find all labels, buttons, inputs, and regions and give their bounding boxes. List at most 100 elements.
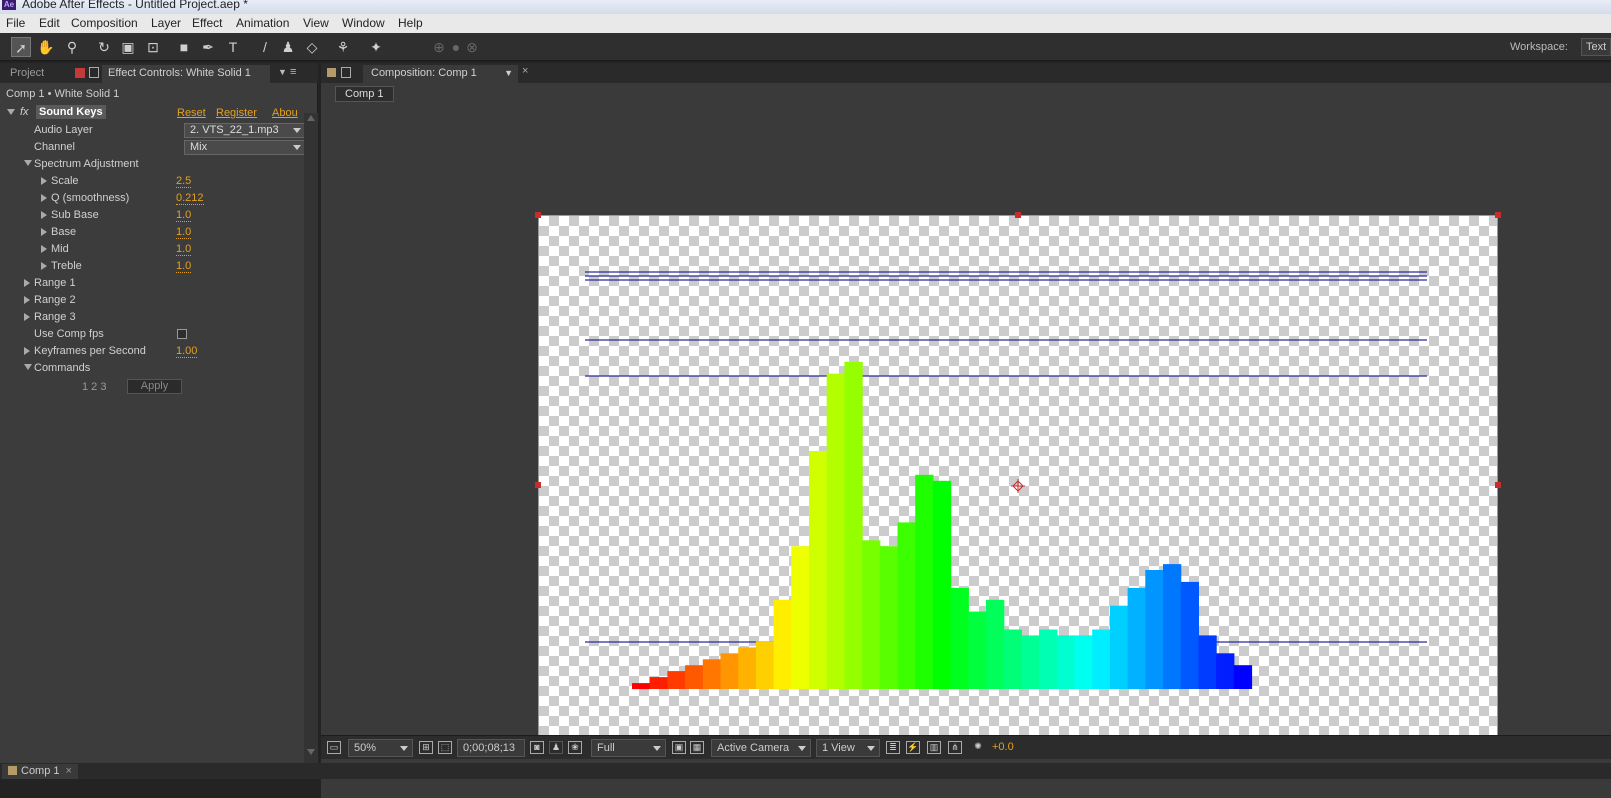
menu-composition[interactable]: Composition bbox=[71, 16, 138, 30]
param-value[interactable]: 0.212 bbox=[176, 192, 204, 205]
rectangle-tool-icon[interactable]: ■ bbox=[174, 37, 194, 57]
range-2-row[interactable]: Range 2 bbox=[0, 292, 304, 309]
camera-view-select[interactable]: Active Camera bbox=[711, 739, 811, 757]
register-link[interactable]: Register bbox=[216, 107, 257, 119]
reset-link[interactable]: Reset bbox=[177, 107, 206, 119]
pen-tool-icon[interactable]: ✒ bbox=[198, 37, 218, 57]
expand-arrow-icon[interactable] bbox=[41, 194, 47, 202]
fx-toggle-icon[interactable]: fx bbox=[20, 106, 29, 118]
tab-composition[interactable]: Composition: Comp 1 ▼ bbox=[363, 65, 518, 83]
pan-behind-tool-icon[interactable]: ⊡ bbox=[143, 37, 163, 57]
panel-menu-icon[interactable]: ≡ bbox=[290, 66, 296, 78]
resolution-select[interactable]: Full bbox=[591, 739, 666, 757]
close-icon[interactable]: × bbox=[522, 65, 528, 77]
mask-visibility-icon[interactable]: ⬚ bbox=[438, 741, 452, 754]
spectrum-adjustment-row[interactable]: Spectrum Adjustment bbox=[0, 156, 304, 173]
region-of-interest-icon[interactable]: ▣ bbox=[672, 741, 686, 754]
layer-handle[interactable] bbox=[1015, 212, 1021, 218]
expand-arrow-icon[interactable] bbox=[24, 313, 30, 321]
type-tool-icon[interactable]: T bbox=[223, 37, 243, 57]
eraser-tool-icon[interactable]: ◇ bbox=[302, 37, 322, 57]
safe-zones-icon[interactable]: ⊞ bbox=[419, 741, 433, 754]
layer-handle[interactable] bbox=[535, 482, 541, 488]
tab-timeline-comp[interactable]: Comp 1 × bbox=[2, 764, 78, 779]
view-axis-icon[interactable]: ⊗ bbox=[462, 37, 482, 57]
menu-window[interactable]: Window bbox=[342, 16, 385, 30]
hand-tool-icon[interactable]: ✋ bbox=[36, 37, 56, 57]
collapse-arrow-icon[interactable] bbox=[24, 364, 32, 370]
menu-view[interactable]: View bbox=[303, 16, 329, 30]
menu-animation[interactable]: Animation bbox=[236, 16, 289, 30]
workspace-select[interactable]: Text bbox=[1581, 38, 1611, 56]
expand-arrow-icon[interactable] bbox=[41, 177, 47, 185]
magnification-select[interactable]: 50% bbox=[348, 739, 413, 757]
effect-controls-scrollbar[interactable] bbox=[304, 113, 318, 763]
clone-stamp-tool-icon[interactable]: ♟ bbox=[278, 37, 298, 57]
transparency-grid-icon[interactable]: ▦ bbox=[690, 741, 704, 754]
range-3-row[interactable]: Range 3 bbox=[0, 309, 304, 326]
snapshot-camera-icon[interactable]: ◙ bbox=[530, 741, 544, 754]
collapse-arrow-icon[interactable] bbox=[7, 109, 15, 115]
view-layout-select[interactable]: 1 View bbox=[816, 739, 880, 757]
keyframes-per-second-value[interactable]: 1.00 bbox=[176, 345, 198, 358]
apply-button[interactable]: Apply bbox=[127, 379, 182, 394]
brush-tool-icon[interactable]: / bbox=[255, 37, 275, 57]
lock-icon[interactable] bbox=[89, 67, 99, 78]
fast-previews-icon[interactable]: ⚡ bbox=[906, 741, 920, 754]
exposure-value[interactable]: +0.0 bbox=[992, 739, 1014, 757]
tab-project[interactable]: Project bbox=[4, 65, 50, 83]
zoom-tool-icon[interactable]: ⚲ bbox=[62, 37, 82, 57]
reset-exposure-icon[interactable]: ✺ bbox=[971, 741, 985, 754]
composition-viewer[interactable] bbox=[321, 105, 1611, 798]
expand-arrow-icon[interactable] bbox=[24, 347, 30, 355]
lock-icon[interactable] bbox=[341, 67, 351, 78]
layer-handle[interactable] bbox=[1495, 212, 1501, 218]
close-icon[interactable]: × bbox=[66, 765, 72, 777]
audio-layer-select[interactable]: 2. VTS_22_1.mp3 bbox=[184, 123, 306, 138]
composition-canvas[interactable] bbox=[538, 215, 1498, 755]
param-value[interactable]: 1.0 bbox=[176, 226, 192, 239]
flowchart-icon[interactable]: ⋔ bbox=[948, 741, 962, 754]
layer-handle[interactable] bbox=[535, 212, 541, 218]
commands-row[interactable]: Commands bbox=[0, 360, 304, 377]
param-value[interactable]: 2.5 bbox=[176, 175, 192, 188]
param-value[interactable]: 1.0 bbox=[176, 260, 192, 273]
expand-arrow-icon[interactable] bbox=[24, 296, 30, 304]
menu-layer[interactable]: Layer bbox=[151, 16, 181, 30]
channel-select[interactable]: Mix bbox=[184, 140, 306, 155]
chevron-down-icon[interactable]: ▼ bbox=[504, 68, 513, 78]
menu-help[interactable]: Help bbox=[398, 16, 423, 30]
puppet-pin-tool-icon[interactable]: ✦ bbox=[366, 37, 386, 57]
current-time[interactable]: 0;00;08;13 bbox=[457, 739, 525, 757]
timeline-icon[interactable]: ▥ bbox=[927, 741, 941, 754]
scroll-up-icon[interactable] bbox=[307, 115, 315, 121]
layer-handle[interactable] bbox=[1495, 482, 1501, 488]
menu-file[interactable]: File bbox=[6, 16, 25, 30]
effect-name[interactable]: Sound Keys bbox=[36, 105, 106, 119]
channel-rgb-icon[interactable]: ❀ bbox=[568, 741, 582, 754]
roto-brush-tool-icon[interactable]: ⚘ bbox=[333, 37, 353, 57]
param-value[interactable]: 1.0 bbox=[176, 243, 192, 256]
show-snapshot-icon[interactable]: ♟ bbox=[549, 741, 563, 754]
expand-arrow-icon[interactable] bbox=[41, 262, 47, 270]
expand-arrow-icon[interactable] bbox=[41, 228, 47, 236]
camera-tool-icon[interactable]: ▣ bbox=[118, 37, 138, 57]
use-comp-fps-checkbox[interactable] bbox=[177, 329, 187, 339]
composition-navigator-tab[interactable]: Comp 1 bbox=[335, 86, 394, 102]
menu-edit[interactable]: Edit bbox=[39, 16, 60, 30]
collapse-arrow-icon[interactable] bbox=[24, 160, 32, 166]
range-1-row[interactable]: Range 1 bbox=[0, 275, 304, 292]
command-slot-numbers[interactable]: 1 2 3 bbox=[82, 381, 106, 393]
scroll-down-icon[interactable] bbox=[307, 749, 315, 755]
tab-effect-controls[interactable]: Effect Controls: White Solid 1 bbox=[102, 65, 270, 83]
expand-arrow-icon[interactable] bbox=[24, 279, 30, 287]
always-preview-icon[interactable]: ▭ bbox=[327, 741, 341, 754]
toggle-pixel-aspect-icon[interactable]: ≣ bbox=[886, 741, 900, 754]
selection-tool-icon[interactable]: ➚ bbox=[11, 37, 31, 57]
rotate-tool-icon[interactable]: ↻ bbox=[94, 37, 114, 57]
menu-effect[interactable]: Effect bbox=[192, 16, 222, 30]
expand-arrow-icon[interactable] bbox=[41, 211, 47, 219]
about-link[interactable]: Abou bbox=[272, 107, 298, 119]
param-value[interactable]: 1.0 bbox=[176, 209, 192, 222]
chevron-down-icon[interactable]: ▼ bbox=[278, 67, 287, 77]
